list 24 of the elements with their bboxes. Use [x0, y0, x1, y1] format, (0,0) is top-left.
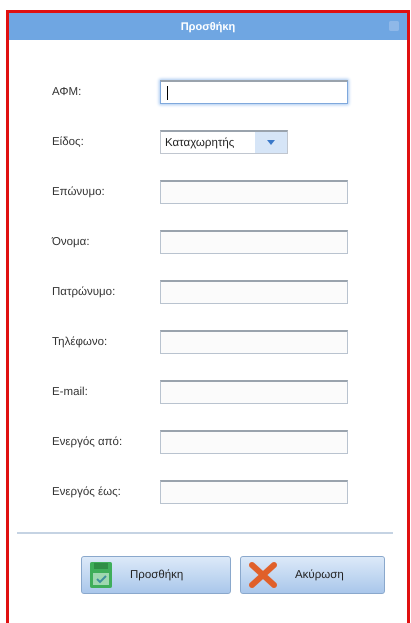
text-cursor	[167, 86, 168, 100]
field-label: Πατρώνυμο:	[52, 286, 116, 298]
input-field[interactable]	[160, 380, 348, 404]
add-button[interactable]: Προσθήκη	[81, 556, 231, 594]
caret-icon	[267, 140, 275, 145]
input-field[interactable]	[160, 230, 348, 254]
field-label: ΑΦΜ:	[52, 86, 82, 98]
field-label: E-mail:	[52, 386, 89, 398]
input-field[interactable]	[160, 180, 348, 204]
dropdown-field[interactable]: Καταχωρητής	[160, 130, 288, 154]
input-field[interactable]	[160, 280, 348, 304]
field-label: Όνομα:	[52, 236, 91, 248]
field-label: Τηλέφωνο:	[52, 336, 108, 348]
field-label: Ενεργός έως:	[52, 486, 122, 498]
input-field[interactable]	[160, 430, 348, 454]
window-title: Προσθήκη	[180, 20, 236, 32]
field-label: Επώνυμο:	[52, 186, 106, 198]
input-field[interactable]	[160, 80, 348, 104]
cancel-button[interactable]: Ακύρωση	[240, 556, 385, 594]
field-label: Ενεργός από:	[52, 436, 124, 448]
field-label: Είδος:	[52, 136, 85, 148]
input-field[interactable]	[160, 480, 348, 504]
cross-icon	[249, 562, 277, 588]
input-field[interactable]	[160, 330, 348, 354]
